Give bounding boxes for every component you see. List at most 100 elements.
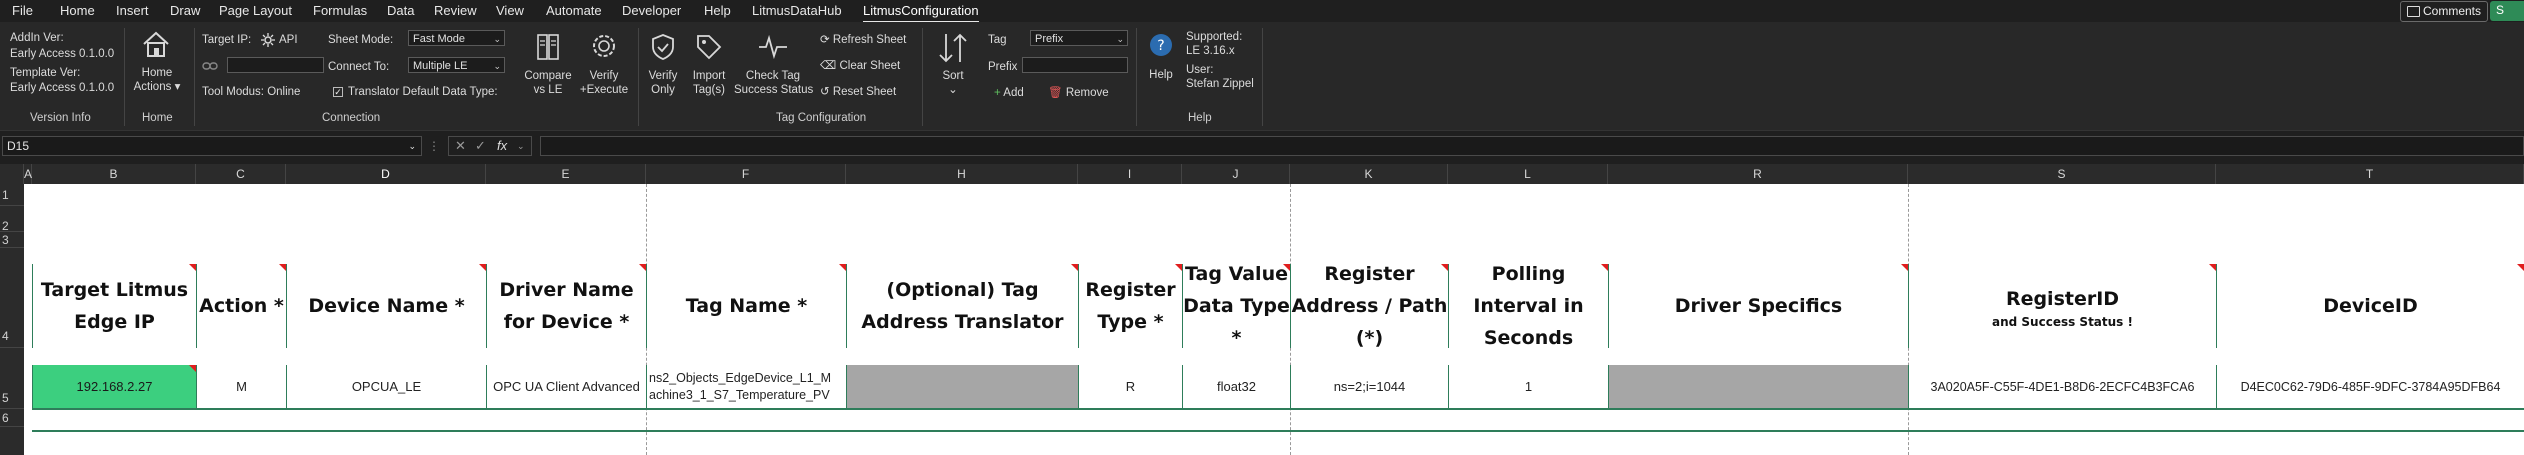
reset-sheet-label: Reset Sheet [832,86,897,98]
cell-device-name[interactable]: OPCUA_LE [286,365,486,408]
menu-developer[interactable]: Developer [622,1,681,21]
sheet-mode-select[interactable]: Fast Mode ⌄ [408,30,505,46]
refresh-sheet-button[interactable]: ⟳ Refresh Sheet [820,33,906,47]
column-header-d[interactable]: D [286,164,486,184]
api-label[interactable]: API [279,33,298,47]
menu-automate[interactable]: Automate [546,1,602,21]
translator-default-checkbox[interactable]: ✓ [333,87,343,97]
compare-vs-le-button[interactable]: Compare vs LE [522,69,574,97]
cell-device-id[interactable]: D4EC0C62-79D6-485F-9DFC-3784A95DFB64 [2216,365,2524,408]
chevron-down-icon[interactable]: ⌄ [517,141,525,152]
header-tag-name: Tag Name * [646,264,846,348]
row-header-1[interactable]: 1 [0,184,24,206]
menu-help[interactable]: Help [704,1,731,21]
menu-page-layout[interactable]: Page Layout [219,1,292,21]
import-tags-button[interactable]: Import Tag(s) [687,69,731,97]
enter-icon[interactable]: ✓ [475,138,486,154]
menu-insert[interactable]: Insert [116,1,149,21]
worksheet[interactable]: Target Litmus Edge IP Action * Device Na… [24,184,2524,455]
row-header-5[interactable]: 5 [0,348,24,409]
cell-driver-name[interactable]: OPC UA Client Advanced [486,365,646,408]
connect-to-select[interactable]: Multiple LE ⌄ [408,57,505,73]
menu-review[interactable]: Review [434,1,477,21]
reset-sheet-button[interactable]: ↺ Reset Sheet [820,85,896,99]
add-button[interactable]: + Add [994,86,1024,100]
menu-data[interactable]: Data [387,1,414,21]
cancel-icon[interactable]: ✕ [455,138,466,154]
column-header-s[interactable]: S [1908,164,2216,184]
menu-formulas[interactable]: Formulas [313,1,367,21]
verify-execute-button[interactable]: Verify +Execute [576,69,632,97]
column-header-r[interactable]: R [1608,164,1908,184]
menu-bar: File Home Insert Draw Page Layout Formul… [0,0,2524,23]
comment-icon [2407,6,2420,17]
column-header-t[interactable]: T [2216,164,2524,184]
check-tag-success-button[interactable]: Check Tag Success Status [734,69,813,97]
tag-icon [696,34,722,63]
column-header-e[interactable]: E [486,164,646,184]
group-label-version-info: Version Info [30,112,91,124]
menu-litmus-datahub[interactable]: LitmusDataHub [752,1,842,21]
header-register-address-text: Register Address / Path (*) [1291,263,1448,349]
name-box[interactable]: D15 ⌄ [2,136,422,156]
row-header-6[interactable]: 6 [0,409,24,427]
svg-text:?: ? [1157,38,1164,54]
header-value-type-text: Tag Value Data Type * [1183,263,1290,349]
target-ip-label: Target IP: [202,34,252,46]
header-polling-text: Polling Interval in Seconds [1473,263,1584,349]
formula-actions: ✕ ✓ fx ⌄ [448,136,532,156]
clear-sheet-button[interactable]: ⌫ Clear Sheet [820,59,900,73]
header-device-name: Device Name * [286,264,486,348]
help-button[interactable]: Help [1142,68,1180,82]
cell-register-address[interactable]: ns=2;i=1044 [1290,365,1448,408]
cell-target-ip[interactable]: 192.168.2.27 [32,365,196,408]
comments-button[interactable]: Comments [2400,1,2488,22]
sheet-mode-label: Sheet Mode: [328,34,394,46]
insert-function-button[interactable]: fx [497,138,507,153]
column-header-k[interactable]: K [1290,164,1448,184]
share-button[interactable]: S [2490,1,2524,21]
menu-file[interactable]: File [12,1,33,21]
column-header-f[interactable]: F [646,164,846,184]
cell-action[interactable]: M [196,365,286,408]
tag-select[interactable]: Prefix ⌄ [1030,30,1128,46]
column-header-l[interactable]: L [1448,164,1608,184]
cell-register-type[interactable]: R [1078,365,1182,408]
menu-litmus-configuration[interactable]: LitmusConfiguration [863,1,979,23]
row-header-4[interactable]: 4 [0,248,24,348]
header-device-id-text: DeviceID [2323,295,2418,317]
menu-home[interactable]: Home [60,1,95,21]
sort-button[interactable]: Sort ⌄ [936,69,970,97]
cell-tag-name[interactable]: ns2_Objects_EdgeDevice_L1_M achine3_1_S7… [646,365,846,408]
column-header-b[interactable]: B [32,164,196,184]
cell-polling[interactable]: 1 [1448,365,1608,408]
row-header-2[interactable]: 2 [0,206,24,233]
group-label-help: Help [1188,112,1212,124]
header-register-id-subtext: and Success Status ! [1992,315,2133,329]
menu-draw[interactable]: Draw [170,1,200,21]
column-header-c[interactable]: C [196,164,286,184]
compare-line1: Compare [524,70,572,82]
column-header-h[interactable]: H [846,164,1078,184]
comment-marker [1601,264,1608,271]
tag-select-value: Prefix [1035,33,1064,45]
verify-line1: Verify [589,70,619,82]
row-header-3[interactable]: 3 [0,232,24,248]
formula-input[interactable] [540,136,2524,156]
header-register-type-text: Register Type * [1085,279,1176,333]
prefix-input[interactable] [1022,57,1128,73]
tool-modus-label: Tool Modus: Online [202,86,301,98]
cell-translator[interactable] [846,365,1078,408]
home-actions-button[interactable]: Home Actions ▾ [132,66,182,94]
cell-driver-specifics[interactable] [1608,365,1908,408]
cell-value-type[interactable]: float32 [1182,365,1290,408]
select-all-corner[interactable] [0,164,24,184]
column-header-i[interactable]: I [1078,164,1182,184]
cell-register-id[interactable]: 3A020A5F-C55F-4DE1-B8D6-2ECFC4B3FCA6 [1908,365,2216,408]
column-header-a[interactable]: A [24,164,32,184]
target-ip-input[interactable] [227,57,324,73]
column-header-j[interactable]: J [1182,164,1290,184]
verify-only-button[interactable]: Verify Only [643,69,683,97]
menu-view[interactable]: View [496,1,524,21]
remove-button[interactable]: 🗑 Remove [1048,86,1109,100]
